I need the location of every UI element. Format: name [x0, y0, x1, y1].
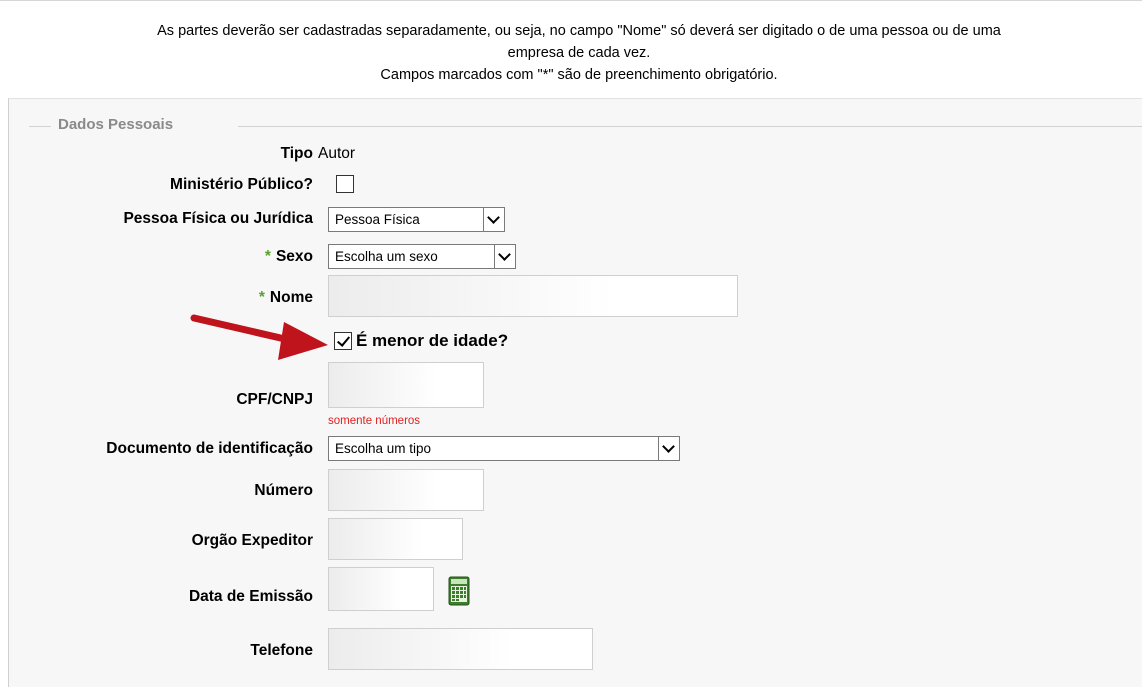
documento-select[interactable]: Escolha um tipo [328, 436, 680, 461]
cpf-hint: somente números [328, 415, 421, 427]
ministerio-checkbox[interactable] [336, 175, 354, 193]
documento-selected: Escolha um tipo [335, 441, 432, 456]
nome-label-text: Nome [269, 289, 313, 306]
data-emissao-input[interactable] [328, 567, 434, 611]
fieldset-legend: Dados Pessoais [58, 116, 174, 133]
telefone-label: Telefone [250, 642, 313, 659]
ministerio-label: Ministério Público? [170, 176, 313, 193]
chevron-down-icon [494, 245, 515, 268]
required-mark: * [264, 248, 271, 265]
pessoa-select[interactable]: Pessoa Física [328, 207, 505, 232]
documento-label: Documento de identificação [106, 440, 313, 457]
intro-line-3: Campos marcados com "*" são de preenchim… [380, 67, 778, 83]
fieldset-border-right [238, 126, 1142, 127]
menor-checkbox[interactable] [334, 332, 352, 350]
intro-text: As partes deverão ser cadastradas separa… [0, 20, 1142, 86]
sexo-label: * Sexo [265, 248, 313, 266]
chevron-down-icon [483, 208, 504, 231]
tipo-value: Autor [318, 145, 356, 162]
orgao-input[interactable] [328, 518, 463, 560]
cpf-input[interactable] [328, 362, 484, 408]
tipo-label: Tipo [280, 145, 313, 162]
telefone-input[interactable] [328, 628, 593, 670]
menor-label: É menor de idade? [356, 331, 509, 350]
numero-label: Número [254, 482, 313, 499]
chevron-down-icon [658, 437, 679, 460]
sexo-selected: Escolha um sexo [335, 249, 438, 264]
intro-line-2: empresa de cada vez. [507, 45, 651, 61]
data-emissao-label: Data de Emissão [188, 588, 313, 605]
cpf-label: CPF/CNPJ [236, 391, 313, 408]
red-arrow-pointer-icon [190, 314, 328, 360]
pessoa-label: Pessoa Física ou Jurídica [123, 210, 313, 227]
nome-label: * Nome [259, 289, 313, 307]
intro-line-1: As partes deverão ser cadastradas separa… [157, 23, 1001, 39]
top-border [0, 0, 1142, 1]
pessoa-selected: Pessoa Física [335, 212, 420, 227]
fieldset-border-left [29, 126, 51, 127]
sexo-select[interactable]: Escolha um sexo [328, 244, 516, 269]
required-mark: * [258, 289, 265, 306]
sexo-label-text: Sexo [275, 248, 313, 265]
nome-input[interactable] [328, 275, 738, 317]
orgao-label: Orgão Expeditor [191, 532, 313, 549]
calendar-icon[interactable] [448, 576, 470, 606]
numero-input[interactable] [328, 469, 484, 511]
